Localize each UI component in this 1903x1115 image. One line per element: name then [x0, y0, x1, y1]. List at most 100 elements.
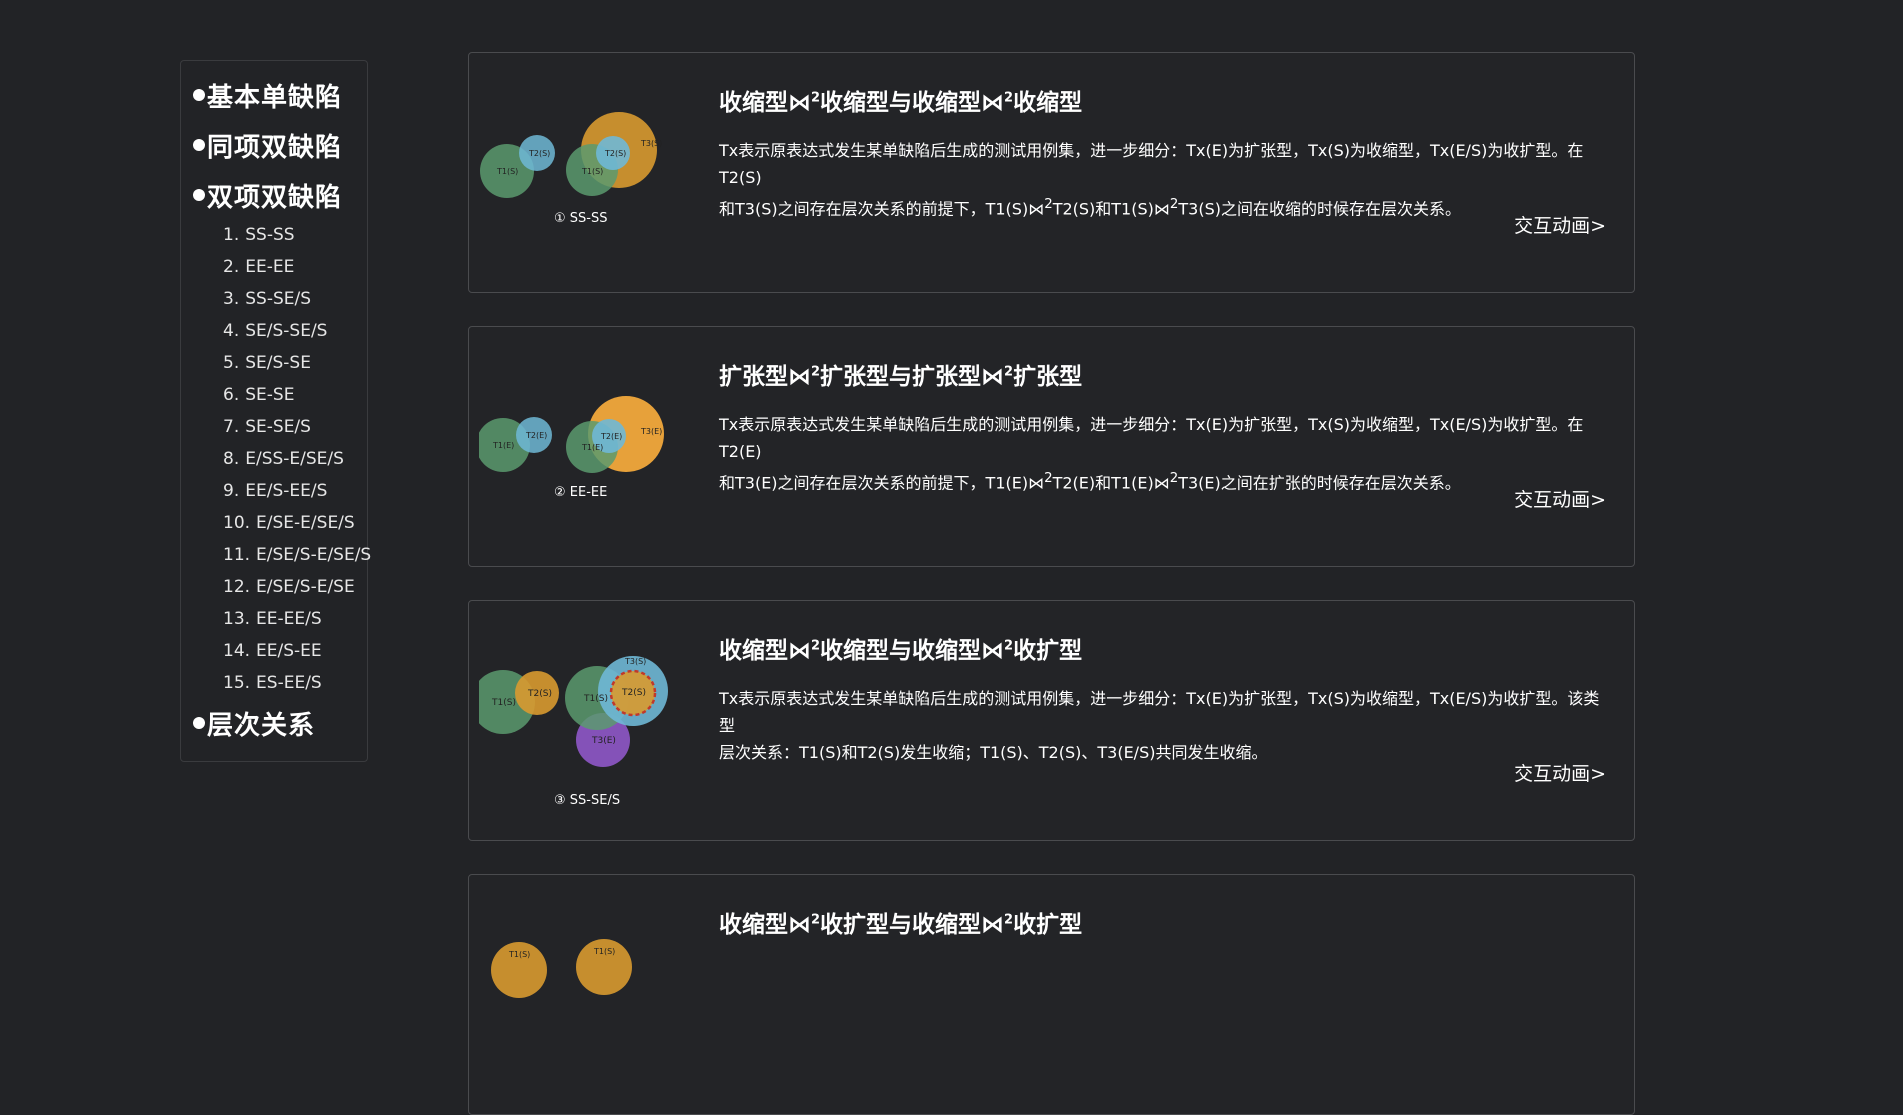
item-label: EE/S-EE	[256, 641, 322, 661]
venn-label: T3(S)	[624, 657, 646, 666]
venn-diagram: T1(E) T2(E) T1(E) T2(E) T3(E)	[479, 396, 664, 473]
item-number: 7.	[223, 417, 240, 437]
venn-label: T2(S)	[604, 149, 626, 158]
sidebar-section-label: 双项双缺陷	[207, 182, 343, 213]
venn-label: T1(S)	[583, 694, 608, 704]
title-text: 收缩型⋈	[719, 638, 811, 664]
title-text: 收扩型	[1013, 912, 1083, 938]
interactive-animation-link[interactable]: 交互动画>	[1514, 485, 1606, 512]
title-sup: 2	[1004, 90, 1014, 106]
card-description: Tx表示原表达式发生某单缺陷后生成的测试用例集，进一步细分：Tx(E)为扩张型，…	[719, 411, 1614, 496]
venn-label: T1(E)	[492, 441, 514, 450]
venn-label: T1(S)	[581, 167, 603, 176]
title-text: 收缩型与收缩型⋈	[820, 90, 1005, 116]
desc-line: Tx表示原表达式发生某单缺陷后生成的测试用例集，进一步细分：Tx(E)为扩张型，…	[719, 415, 1584, 461]
title-text: 收缩型⋈	[719, 90, 811, 116]
venn-label: T3(E)	[640, 427, 662, 436]
venn-label: T1(S)	[491, 698, 516, 708]
title-text: 收扩型与收缩型⋈	[820, 912, 1005, 938]
bullet-icon	[193, 717, 205, 729]
desc-line: Tx表示原表达式发生某单缺陷后生成的测试用例集，进一步细分：Tx(E)为扩张型，…	[719, 141, 1584, 187]
title-sup: 2	[811, 364, 821, 380]
venn-label: T2(S)	[527, 689, 552, 699]
sidebar-section-same-double[interactable]: 同项双缺陷	[193, 125, 367, 165]
title-text: 收扩型	[1013, 638, 1083, 664]
title-text: 收缩型	[1013, 90, 1083, 116]
desc-line: 和T3(E)之间存在层次关系的前提下，T1(E)⋈2T2(E)和T1(E)⋈2T…	[719, 465, 1614, 496]
venn-label: T3(S)	[640, 139, 662, 148]
sidebar-item-ss-ss[interactable]: 1. SS-SS	[223, 219, 367, 251]
item-number: 5.	[223, 353, 240, 373]
desc-line: Tx表示原表达式发生某单缺陷后生成的测试用例集，进一步细分：Tx(E)为扩张型，…	[719, 689, 1600, 735]
sidebar-section-hierarchy[interactable]: 层次关系	[193, 703, 367, 743]
item-label: EE-EE/S	[256, 609, 322, 629]
desc-text: 和T3(E)之间存在层次关系的前提下，T1(E)⋈	[719, 473, 1045, 493]
diagram-caption: ② EE-EE	[554, 485, 608, 500]
item-label: EE/S-EE/S	[245, 481, 328, 501]
interactive-animation-link[interactable]: 交互动画>	[1514, 211, 1606, 238]
sidebar-item-ees-ee[interactable]: 14. EE/S-EE	[223, 635, 367, 667]
venn-label: T1(E)	[581, 443, 603, 452]
sidebar-item-ese-eses[interactable]: 10. E/SE-E/SE/S	[223, 507, 367, 539]
sidebar-item-ees-ees[interactable]: 9. EE/S-EE/S	[223, 475, 367, 507]
sidebar-section-double-double[interactable]: 双项双缺陷	[193, 175, 367, 215]
desc-sup: 2	[1044, 197, 1053, 212]
interactive-animation-link[interactable]: 交互动画>	[1514, 759, 1606, 786]
item-number: 4.	[223, 321, 240, 341]
venn-diagram: T1(S) T1(S)	[491, 939, 632, 998]
item-number: 15.	[223, 673, 251, 693]
title-text: 收缩型⋈	[719, 912, 811, 938]
card-ses-ses: T1(S) T1(S) 收缩型⋈2收扩型与收缩型⋈2收扩型	[468, 874, 1635, 1115]
item-number: 3.	[223, 289, 240, 309]
item-number: 2.	[223, 257, 240, 277]
desc-line: 层次关系：T1(S)和T2(S)发生收缩；T1(S)、T2(S)、T3(E/S)…	[719, 743, 1268, 762]
title-text: 扩张型⋈	[719, 364, 811, 390]
item-number: 6.	[223, 385, 240, 405]
venn-label: T1(S)	[496, 167, 518, 176]
desc-line: 和T3(S)之间存在层次关系的前提下，T1(S)⋈2T2(S)和T1(S)⋈2T…	[719, 191, 1614, 222]
sidebar-item-eses-eses[interactable]: 11. E/SE/S-E/SE/S	[223, 539, 371, 571]
sidebar-section-label: 层次关系	[207, 710, 316, 741]
desc-sup: 2	[1169, 471, 1179, 486]
sidebar-item-ses-ses[interactable]: 4. SE/S-SE/S	[223, 315, 367, 347]
card-description: Tx表示原表达式发生某单缺陷后生成的测试用例集，进一步细分：Tx(E)为扩张型，…	[719, 685, 1614, 766]
sidebar-item-se-se[interactable]: 6. SE-SE	[223, 379, 367, 411]
sidebar-item-es-ees[interactable]: 15. ES-EE/S	[223, 667, 367, 699]
sidebar-item-eses-ese[interactable]: 12. E/SE/S-E/SE	[223, 571, 367, 603]
venn-label: T2(E)	[525, 431, 547, 440]
bullet-icon	[193, 189, 205, 201]
title-sup: 2	[1004, 364, 1014, 380]
desc-sup: 2	[1044, 471, 1053, 486]
diagram-caption: ① SS-SS	[554, 211, 608, 226]
card-ee-ee: T1(E) T2(E) T1(E) T2(E) T3(E) ② EE-EE 扩张…	[468, 326, 1635, 567]
item-label: SS-SS	[245, 225, 295, 245]
sidebar-item-ses-se[interactable]: 5. SE/S-SE	[223, 347, 367, 379]
item-number: 8.	[223, 449, 240, 469]
card-ss-ses: T1(S) T2(S) T1(S) T2(S) T3(S) T3(E) ③ SS…	[468, 600, 1635, 841]
sidebar-item-ee-ee[interactable]: 2. EE-EE	[223, 251, 367, 283]
sidebar-item-ss-ses[interactable]: 3. SS-SE/S	[223, 283, 367, 315]
sidebar-item-se-ses[interactable]: 7. SE-SE/S	[223, 411, 367, 443]
card-title: 收缩型⋈2收缩型与收缩型⋈2收缩型	[719, 83, 1082, 117]
card-title: 收缩型⋈2收缩型与收缩型⋈2收扩型	[719, 631, 1082, 665]
item-label: SE/S-SE/S	[245, 321, 328, 341]
title-sup: 2	[1004, 912, 1014, 928]
sidebar-item-ess-eses[interactable]: 8. E/SS-E/SE/S	[223, 443, 367, 475]
desc-text: 和T3(S)之间存在层次关系的前提下，T1(S)⋈	[719, 199, 1045, 219]
desc-text: T2(E)和T1(E)⋈	[1052, 473, 1170, 493]
item-number: 1.	[223, 225, 240, 245]
desc-text: T3(E)之间在扩张的时候存在层次关系。	[1178, 473, 1461, 493]
item-label: EE-EE	[245, 257, 295, 277]
item-label: E/SE/S-E/SE	[256, 577, 355, 597]
card-title: 扩张型⋈2扩张型与扩张型⋈2扩张型	[719, 357, 1082, 391]
desc-text: T3(S)之间在收缩的时候存在层次关系。	[1178, 199, 1461, 219]
venn-diagram: T1(S) T2(S) T1(S) T2(S) T3(S)	[480, 112, 662, 198]
card-ss-ss: T1(S) T2(S) T1(S) T2(S) T3(S) ① SS-SS 收缩…	[468, 52, 1635, 293]
title-sup: 2	[1004, 638, 1014, 654]
item-number: 12.	[223, 577, 251, 597]
sidebar-item-ee-ees[interactable]: 13. EE-EE/S	[223, 603, 367, 635]
sidebar-section-label: 同项双缺陷	[207, 132, 343, 163]
venn-label: T3(E)	[591, 736, 616, 746]
item-number: 10.	[223, 513, 251, 533]
sidebar-section-basic-single[interactable]: 基本单缺陷	[193, 75, 367, 115]
